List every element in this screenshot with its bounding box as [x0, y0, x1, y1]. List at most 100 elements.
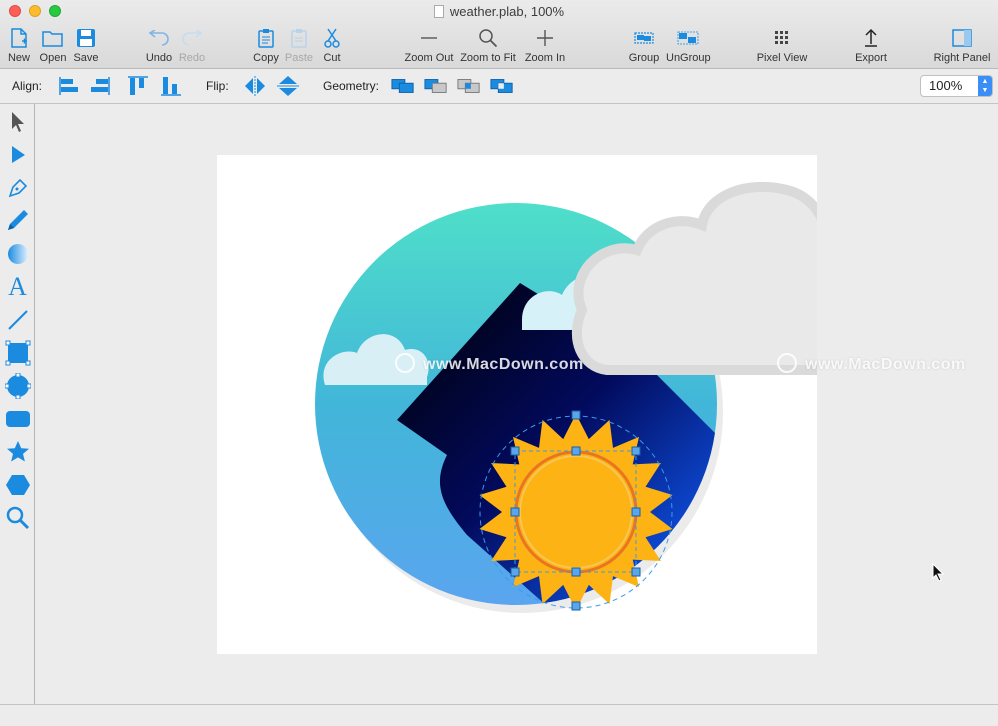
handle-top-left[interactable] — [510, 446, 520, 456]
zoom-in-label: Zoom In — [524, 52, 566, 64]
export-label: Export — [855, 52, 887, 64]
handle-bottom-right[interactable] — [631, 567, 641, 577]
align-left-button[interactable] — [57, 75, 81, 97]
copy-button[interactable]: Copy — [251, 26, 281, 64]
pixel-view-button[interactable]: Pixel View — [755, 26, 809, 64]
zoom-tool[interactable] — [4, 504, 31, 531]
new-document-icon — [11, 28, 27, 48]
line-icon — [7, 309, 28, 330]
watermark-2: www.MacDown.com — [777, 353, 966, 374]
text-icon: A — [8, 271, 27, 301]
pixel-grid-icon — [775, 31, 788, 44]
subtract-icon — [424, 79, 447, 93]
export-button[interactable]: Export — [852, 26, 890, 64]
rounded-rect-icon — [5, 410, 30, 427]
polygon-icon — [5, 474, 30, 495]
cut-label: Cut — [323, 52, 341, 64]
watermark-1: www.MacDown.com — [395, 353, 584, 374]
star-tool[interactable] — [4, 438, 31, 465]
geometry-intersect-button[interactable] — [457, 75, 481, 97]
ungroup-icon — [677, 31, 699, 45]
polygon-tool[interactable] — [4, 471, 31, 498]
align-right-button[interactable] — [88, 75, 112, 97]
canvas-area[interactable]: www.MacDown.com www.MacDown.com — [35, 104, 998, 704]
select-arrow-icon — [11, 111, 24, 132]
flip-horizontal-button[interactable] — [243, 75, 267, 97]
open-button[interactable]: Open — [38, 26, 68, 64]
pen-tool[interactable] — [4, 174, 31, 201]
large-cloud[interactable] — [571, 181, 817, 375]
handle-left[interactable] — [510, 507, 520, 517]
align-top-button[interactable] — [126, 75, 150, 97]
right-panel-label: Right Panel — [933, 52, 991, 64]
new-label: New — [7, 52, 30, 64]
select-tool[interactable] — [4, 108, 31, 135]
direct-select-icon — [11, 145, 25, 163]
paste-icon — [291, 29, 307, 48]
geometry-union-button[interactable] — [391, 75, 415, 97]
exclude-icon — [490, 79, 513, 93]
zoom-level-value: 100% — [929, 78, 963, 93]
save-button[interactable]: Save — [72, 26, 100, 64]
undo-button[interactable]: Undo — [144, 26, 174, 64]
watermark-logo-icon — [395, 353, 415, 373]
align-bottom-button[interactable] — [159, 75, 183, 97]
align-label: Align: — [12, 79, 43, 93]
geometry-subtract-button[interactable] — [424, 75, 448, 97]
zoom-to-fit-button[interactable]: Zoom to Fit — [459, 26, 517, 64]
zoom-out-button[interactable]: Zoom Out — [403, 26, 455, 64]
direct-select-tool[interactable] — [4, 141, 31, 168]
handle-rotate-bottom[interactable] — [571, 601, 581, 611]
paste-button[interactable]: Paste — [284, 26, 314, 64]
weather-artwork[interactable] — [217, 155, 817, 654]
zoom-stepper[interactable]: ▲ ▼ — [978, 76, 992, 96]
cut-button[interactable]: Cut — [320, 26, 344, 64]
text-tool[interactable]: A — [4, 271, 31, 301]
export-icon — [865, 28, 877, 47]
options-bar: Align: Flip: Geometry: 100% ▲ ▼ — [0, 69, 998, 104]
oval-tool[interactable] — [4, 372, 31, 399]
redo-label: Redo — [178, 52, 206, 64]
minus-icon — [421, 37, 437, 39]
align-bottom-icon — [161, 77, 181, 96]
rounded-rect-tool[interactable] — [4, 405, 31, 432]
new-button[interactable]: New — [6, 26, 32, 64]
group-button[interactable]: Group — [627, 26, 661, 64]
handle-bottom-left[interactable] — [510, 567, 520, 577]
rectangle-tool[interactable] — [4, 339, 31, 366]
scissors-icon — [324, 28, 340, 48]
redo-button[interactable]: Redo — [177, 26, 207, 64]
mouse-cursor-icon — [932, 563, 944, 581]
status-bar — [0, 704, 998, 726]
zoom-level-field[interactable]: 100% ▲ ▼ — [920, 75, 993, 97]
flip-horizontal-icon — [245, 76, 265, 96]
copy-label: Copy — [253, 52, 279, 64]
group-icon — [634, 32, 654, 44]
oval-icon — [4, 372, 31, 399]
right-panel-icon — [952, 29, 972, 47]
window-titlebar: weather.plab, 100% New Open Save Undo Re… — [0, 0, 998, 69]
zoom-to-fit-label: Zoom to Fit — [460, 52, 516, 64]
gradient-tool[interactable] — [4, 240, 31, 267]
right-panel-button[interactable]: Right Panel — [932, 26, 992, 64]
magnifier-icon — [479, 29, 498, 48]
artboard[interactable]: www.MacDown.com — [217, 155, 817, 654]
pixel-view-label: Pixel View — [756, 52, 808, 64]
zoom-in-button[interactable]: Zoom In — [522, 26, 568, 64]
gradient-icon — [7, 243, 28, 264]
undo-label: Undo — [145, 52, 173, 64]
geometry-exclude-button[interactable] — [490, 75, 514, 97]
handle-bottom[interactable] — [571, 567, 581, 577]
flip-vertical-button[interactable] — [276, 75, 300, 97]
handle-top[interactable] — [571, 446, 581, 456]
handle-top-right[interactable] — [631, 446, 641, 456]
handle-right[interactable] — [631, 507, 641, 517]
clipboard-icon — [258, 29, 274, 48]
geometry-label: Geometry: — [323, 79, 380, 93]
line-tool[interactable] — [4, 306, 31, 333]
zoom-out-label: Zoom Out — [404, 52, 454, 64]
ungroup-button[interactable]: UnGroup — [666, 26, 711, 64]
handle-rotate-top[interactable] — [571, 410, 581, 420]
align-top-icon — [128, 76, 148, 95]
pencil-tool[interactable] — [4, 207, 31, 234]
